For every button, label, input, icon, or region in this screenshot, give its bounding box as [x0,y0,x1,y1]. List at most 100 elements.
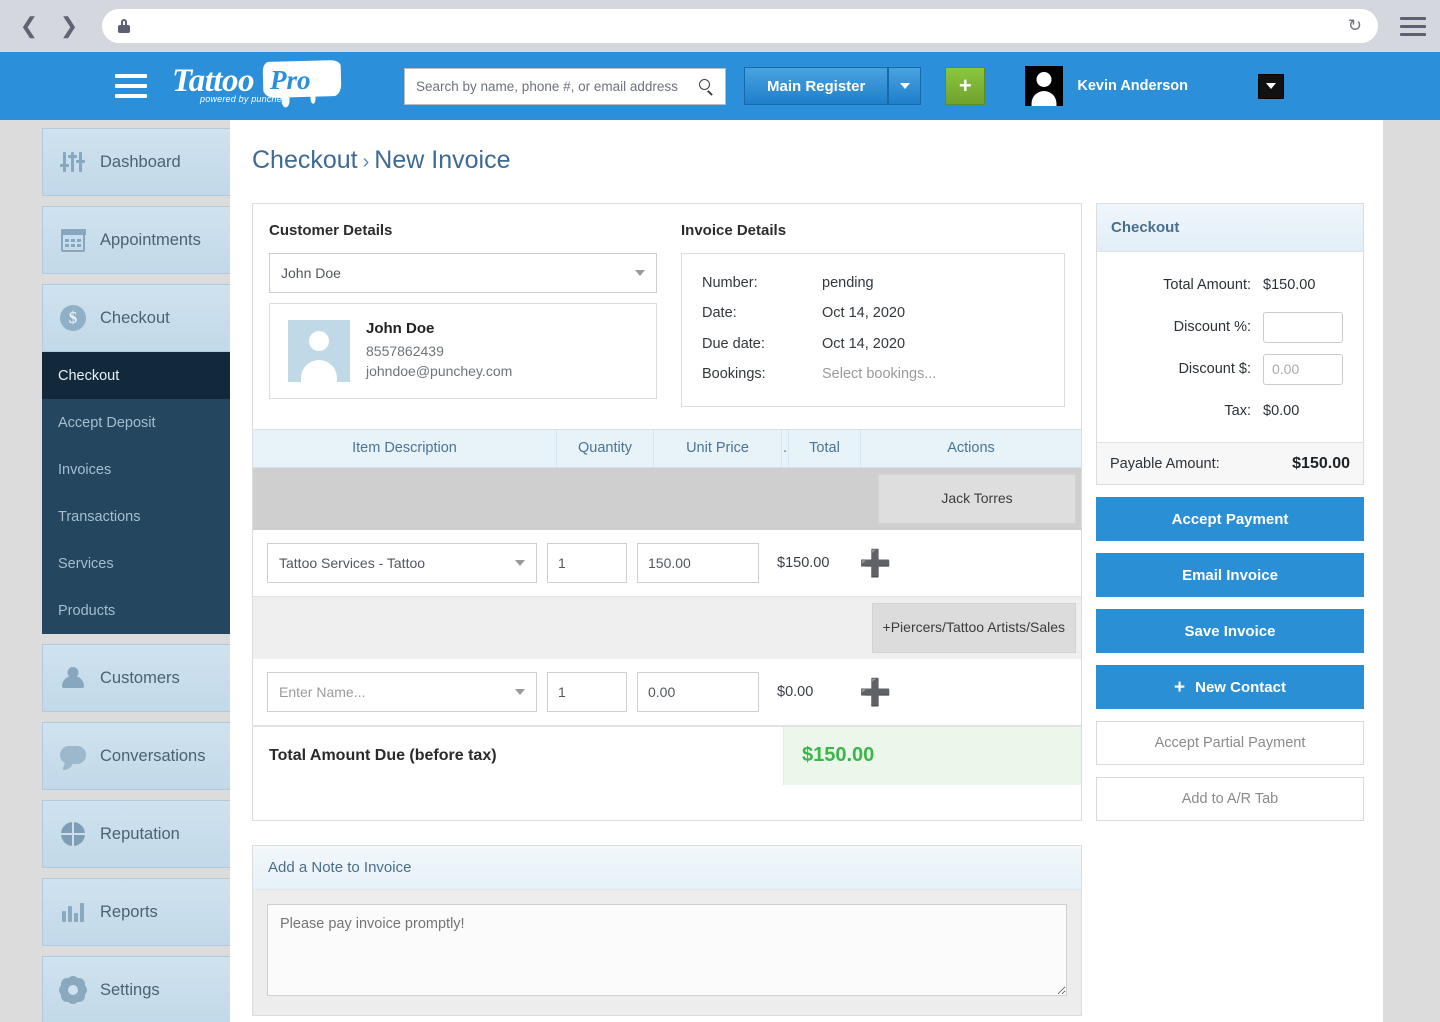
checkout-panel-title: Checkout [1097,204,1363,252]
plus-icon: + [1174,676,1186,698]
sidebar-subitem-services[interactable]: Services [42,540,230,587]
main-register-button[interactable]: Main Register [744,67,889,105]
logo-word-pro: Pro [270,65,311,95]
register-selector[interactable]: Main Register [744,67,922,105]
note-card-body [253,890,1081,1015]
gear-icon [59,976,87,1004]
add-plus-icon[interactable]: ➕ [859,550,891,576]
tax-value: $0.00 [1263,403,1300,419]
checkout-row-total-amount: Total Amount: $150.00 [1107,264,1349,306]
sidebar-item-appointments[interactable]: Appointments [42,206,230,274]
add-plus-icon[interactable]: ➕ [859,679,891,705]
payable-amount-value: $150.00 [1292,454,1350,472]
discount-percent-input[interactable] [1263,311,1343,343]
invoice-due-date-label: Due date: [702,335,765,352]
total-amount-due-value: $150.00 [783,726,1081,785]
sidebar-item-conversations[interactable]: Conversations [42,722,230,790]
new-contact-button[interactable]: + New Contact [1096,665,1364,709]
browser-chrome: ❮ ❯ ↻ [0,0,1440,52]
app-logo[interactable]: Tattoo Pro powered by punchey [172,59,342,111]
reload-icon[interactable]: ↻ [1348,16,1362,36]
invoice-date-value[interactable]: Oct 14, 2020 [822,298,905,328]
register-dropdown-button[interactable] [888,67,922,105]
sidebar-item-customers[interactable]: Customers [42,644,230,712]
sidebar-item-settings[interactable]: Settings [42,956,230,1022]
chevron-down-icon [1266,83,1277,89]
user-menu-button[interactable] [1258,73,1285,99]
sidebar-item-checkout[interactable]: $ Checkout [42,284,230,352]
accept-partial-payment-button[interactable]: Accept Partial Payment [1096,721,1364,765]
page-title: New Invoice [374,146,511,174]
note-card: Add a Note to Invoice [252,845,1082,1016]
artist-chip-jack-torres[interactable]: Jack Torres [878,473,1076,524]
add-piercers-artists-sales-chip[interactable]: +Piercers/Tattoo Artists/Sales [871,602,1076,653]
breadcrumb: Checkout › New Invoice [230,146,1383,175]
sidebar-subitem-checkout[interactable]: Checkout [42,352,230,399]
sidebar-item-label: Dashboard [100,152,181,171]
sidebar-item-label: Reports [100,902,158,921]
sidebar-subitem-transactions[interactable]: Transactions [42,493,230,540]
sidebar-item-dashboard[interactable]: Dashboard [42,128,230,196]
back-arrow-icon[interactable]: ❮ [14,11,44,41]
add-to-ar-tab-button[interactable]: Add to A/R Tab [1096,777,1364,821]
sidebar-item-reputation[interactable]: Reputation [42,800,230,868]
user-area: Kevin Anderson [1025,66,1285,106]
email-invoice-button[interactable]: Email Invoice [1096,553,1364,597]
sidebar-item-reports[interactable]: Reports [42,878,230,946]
discount-amount-cell [1263,353,1349,385]
sidebar: Dashboard Appointments $ Checkout Checko… [0,120,230,1022]
chat-bubble-icon [59,742,87,770]
chevron-down-icon [515,688,525,695]
lock-icon [118,19,130,33]
customer-select[interactable]: John Doe [269,253,657,293]
discount-percent-cell [1263,311,1349,343]
sidebar-item-label: Appointments [100,230,201,249]
invoice-note-textarea[interactable] [267,904,1067,996]
invoice-due-date-value[interactable]: Oct 14, 2020 [822,329,905,359]
table-row: Enter Name... $0.00 ➕ [253,658,1081,726]
invoice-total-row: Total Amount Due (before tax) $150.00 [253,725,1081,785]
hamburger-menu-icon[interactable] [115,74,147,98]
accept-payment-button[interactable]: Accept Payment [1096,497,1364,541]
panels-row: Customer Details John Doe John Doe 85578… [230,203,1383,821]
quick-add-button[interactable]: + [945,67,986,105]
browser-menu-icon[interactable] [1400,16,1426,36]
payable-amount-row: Payable Amount: $150.00 [1097,442,1363,484]
customer-details-title: Customer Details [269,222,393,239]
group-bar-artist: Jack Torres [253,467,1081,530]
checkout-row-discount-pct: Discount %: [1107,306,1349,348]
invoice-number-label: Number: [702,275,758,291]
item-total-value: $150.00 [777,554,830,571]
url-bar[interactable]: ↻ [102,9,1378,43]
save-invoice-button[interactable]: Save Invoice [1096,609,1364,653]
checkout-panel: Checkout Total Amount: $150.00 Discount … [1096,203,1364,821]
global-search[interactable] [404,67,726,105]
item-description-select[interactable]: Tattoo Services - Tattoo [267,542,537,583]
invoice-bookings-value[interactable]: Select bookings... [822,359,936,389]
forward-arrow-icon[interactable]: ❯ [54,11,84,41]
person-icon [59,664,87,692]
checkout-summary-card: Checkout Total Amount: $150.00 Discount … [1096,203,1364,485]
item-quantity-input[interactable] [547,542,627,583]
discount-amount-input[interactable] [1263,353,1343,385]
item-name-select[interactable]: Enter Name... [267,671,537,712]
item-unit-price-input[interactable] [637,671,759,712]
search-icon[interactable] [699,78,714,96]
sidebar-subitem-invoices[interactable]: Invoices [42,446,230,493]
item-unit-price-input[interactable] [637,542,759,583]
note-card-header: Add a Note to Invoice [253,846,1081,890]
item-description-cell: Tattoo Services - Tattoo [267,542,537,583]
user-name: Kevin Anderson [1077,78,1189,94]
checkout-row-tax: Tax: $0.00 [1107,390,1349,432]
sidebar-item-label: Customers [100,668,180,687]
sidebar-subitem-products[interactable]: Products [42,587,230,634]
item-quantity-input[interactable] [547,671,627,712]
sidebar-subitem-accept-deposit[interactable]: Accept Deposit [42,399,230,446]
breadcrumb-separator: › [362,151,370,173]
sidebar-item-label: Conversations [100,746,206,765]
breadcrumb-parent[interactable]: Checkout [252,146,358,175]
avatar[interactable] [1025,66,1064,106]
invoice-date-label: Date: [702,305,737,322]
column-header-dot: . [782,428,789,468]
search-input[interactable] [416,78,693,94]
